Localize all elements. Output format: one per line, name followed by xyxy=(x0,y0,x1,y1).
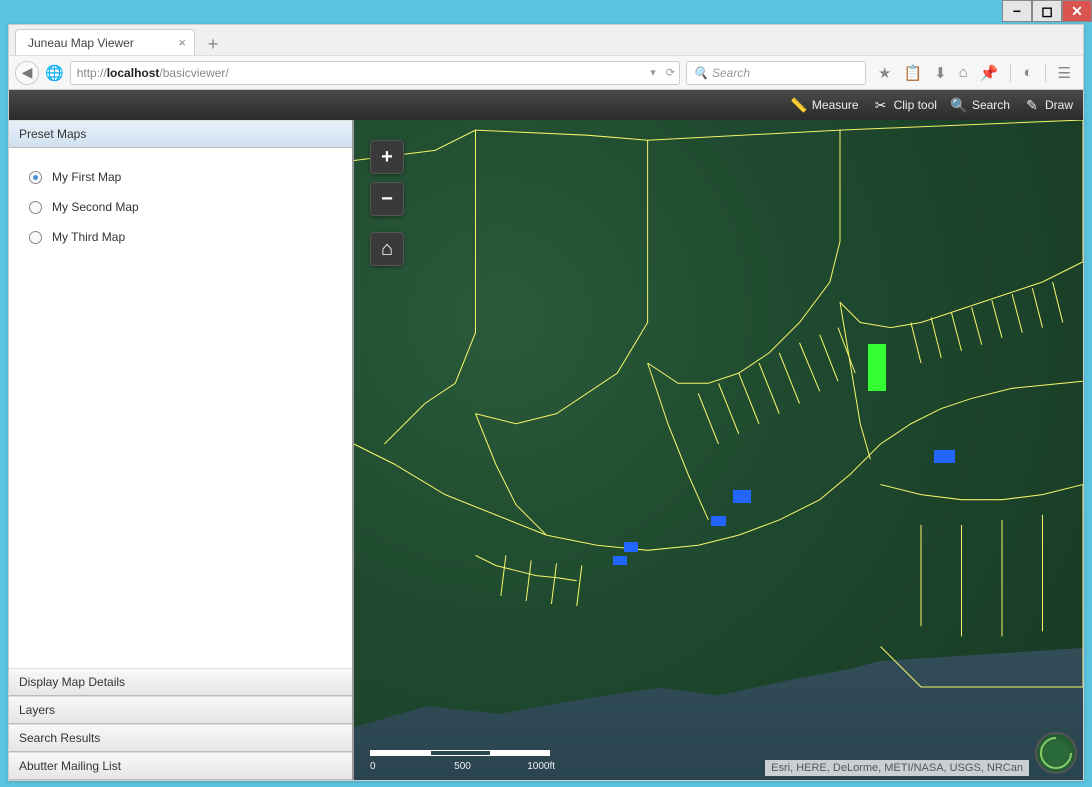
radio-icon xyxy=(29,201,42,214)
history-dropdown-icon[interactable]: ▾ xyxy=(650,66,656,79)
panel-preset-maps[interactable]: Preset Maps xyxy=(9,120,352,148)
pin-icon[interactable]: 📌 xyxy=(980,64,999,82)
map-surface xyxy=(354,120,1083,780)
tab-close-icon[interactable]: × xyxy=(178,35,186,50)
browser-tab[interactable]: Juneau Map Viewer × xyxy=(15,29,195,55)
divider xyxy=(1045,64,1046,82)
browser-window: Juneau Map Viewer × + ◀ 🌐 http:// localh… xyxy=(8,24,1084,781)
search-icon: 🔍 xyxy=(693,66,708,80)
panel-search-results[interactable]: Search Results xyxy=(9,724,352,752)
preset-maps-body: My First Map My Second Map My Third Map xyxy=(9,148,352,668)
preset-map-option[interactable]: My Second Map xyxy=(25,192,336,222)
app-body: Preset Maps My First Map My Second Map M… xyxy=(9,120,1083,780)
window-close-button[interactable]: ✕ xyxy=(1062,0,1092,22)
url-prefix: http:// xyxy=(77,66,107,80)
highlighted-parcel xyxy=(624,542,639,552)
back-button[interactable]: ◀ xyxy=(15,61,39,85)
scale-bar xyxy=(370,750,550,756)
new-tab-button[interactable]: + xyxy=(201,33,225,55)
clip-label: Clip tool xyxy=(894,98,937,112)
reload-icon[interactable]: ⟳ xyxy=(666,66,675,79)
url-host: localhost xyxy=(107,66,160,80)
highlighted-parcel xyxy=(613,556,628,566)
window-minimize-button[interactable]: − xyxy=(1002,0,1032,22)
sidebar: Preset Maps My First Map My Second Map M… xyxy=(9,120,354,780)
search-icon: 🔍 xyxy=(951,97,967,113)
draw-tool-button[interactable]: ✎ Draw xyxy=(1024,97,1073,113)
search-placeholder: Search xyxy=(712,66,750,80)
browser-tabbar: Juneau Map Viewer × + xyxy=(9,25,1083,55)
clipboard-icon[interactable]: 📋 xyxy=(903,64,922,82)
app-content: 📏 Measure ✂ Clip tool 🔍 Search ✎ Draw Pr… xyxy=(9,90,1083,780)
panel-display-details[interactable]: Display Map Details xyxy=(9,668,352,696)
selected-parcel xyxy=(868,344,886,390)
download-icon[interactable]: ⬇ xyxy=(934,64,947,82)
measure-tool-button[interactable]: 📏 Measure xyxy=(791,97,859,113)
zoom-out-button[interactable]: − xyxy=(370,182,404,216)
draw-label: Draw xyxy=(1045,98,1073,112)
scale-labels: 0 500 1000ft xyxy=(370,761,555,772)
radio-icon xyxy=(29,171,42,184)
pencil-icon: ✎ xyxy=(1024,97,1040,113)
globe-icon: 🌐 xyxy=(45,64,64,82)
browser-toolbar: ◀ 🌐 http:// localhost /basicviewer/ ▾ ⟳ … xyxy=(9,55,1083,90)
menu-icon[interactable]: ☰ xyxy=(1058,64,1071,82)
measure-label: Measure xyxy=(812,98,859,112)
zoom-controls: + − ⌂ xyxy=(370,140,404,266)
highlighted-parcel xyxy=(711,516,726,526)
zoom-in-button[interactable]: + xyxy=(370,140,404,174)
sync-icon[interactable]: ◐ xyxy=(1023,64,1032,81)
esri-logo-icon xyxy=(1035,732,1077,774)
address-bar[interactable]: http:// localhost /basicviewer/ ▾ ⟳ xyxy=(70,61,680,85)
preset-label: My First Map xyxy=(52,170,121,184)
highlighted-parcel xyxy=(733,490,751,503)
search-tool-button[interactable]: 🔍 Search xyxy=(951,97,1010,113)
scale-tick: 1000ft xyxy=(493,761,555,772)
app-toolbar: 📏 Measure ✂ Clip tool 🔍 Search ✎ Draw xyxy=(9,90,1083,120)
preset-label: My Third Map xyxy=(52,230,125,244)
window-titlebar: − ◻ ✕ xyxy=(0,0,1092,24)
divider xyxy=(1010,64,1011,82)
scissors-icon: ✂ xyxy=(873,97,889,113)
preset-label: My Second Map xyxy=(52,200,139,214)
browser-search-input[interactable]: 🔍 Search xyxy=(686,61,866,85)
home-extent-button[interactable]: ⌂ xyxy=(370,232,404,266)
preset-map-option[interactable]: My First Map xyxy=(25,162,336,192)
radio-icon xyxy=(29,231,42,244)
panel-abutter-mailing[interactable]: Abutter Mailing List xyxy=(9,752,352,780)
map-attribution: Esri, HERE, DeLorme, METI/NASA, USGS, NR… xyxy=(765,760,1029,776)
ruler-icon: 📏 xyxy=(791,97,807,113)
clip-tool-button[interactable]: ✂ Clip tool xyxy=(873,97,937,113)
tab-title: Juneau Map Viewer xyxy=(28,36,134,50)
url-path: /basicviewer/ xyxy=(159,66,228,80)
scale-tick: 500 xyxy=(432,761,494,772)
map-viewport[interactable]: + − ⌂ 0 500 1000ft Esri, HERE, DeLorme, … xyxy=(354,120,1083,780)
highlighted-parcel xyxy=(934,450,956,463)
search-label: Search xyxy=(972,98,1010,112)
window-maximize-button[interactable]: ◻ xyxy=(1032,0,1062,22)
parcel-overlay xyxy=(354,120,1083,768)
scale-tick: 0 xyxy=(370,761,432,772)
preset-map-option[interactable]: My Third Map xyxy=(25,222,336,252)
home-icon[interactable]: ⌂ xyxy=(959,64,968,81)
browser-icons: ★ 📋 ⬇ ⌂ 📌 ◐ ☰ xyxy=(872,64,1077,82)
panel-layers[interactable]: Layers xyxy=(9,696,352,724)
bookmark-star-icon[interactable]: ★ xyxy=(878,64,891,82)
